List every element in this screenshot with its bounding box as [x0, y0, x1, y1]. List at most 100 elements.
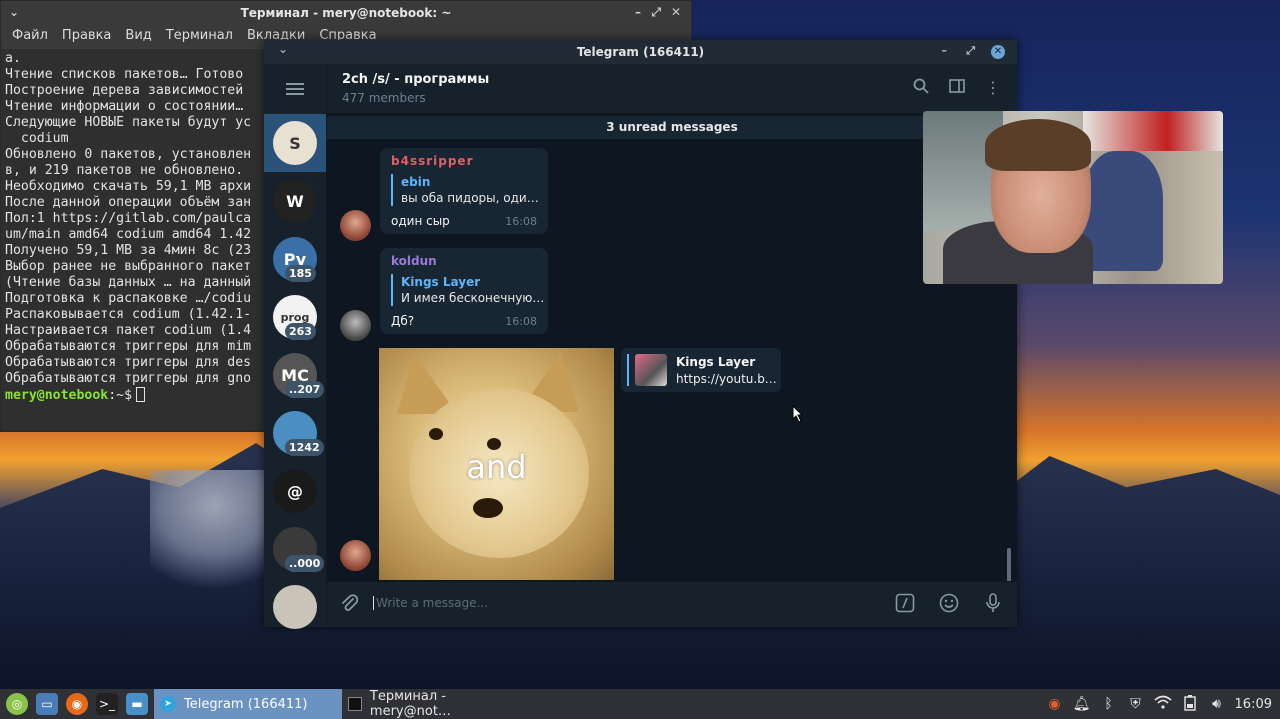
link-preview-card[interactable]: Kings Layer https://youtu.b… [621, 348, 781, 392]
message-bubble[interactable]: b4ssripper ebin вы оба пидоры, оди… один… [380, 148, 548, 234]
minimize-icon[interactable]: – [635, 5, 641, 19]
hamburger-icon [286, 83, 304, 95]
terminal-title: Терминал - mery@notebook: ~ [240, 6, 452, 20]
telegram-title: Telegram (166411) [576, 45, 705, 59]
link-url[interactable]: https://youtu.b… [676, 372, 777, 386]
reply-text: вы оба пидоры, оди… [401, 191, 539, 205]
task-terminal[interactable]: Терминал - mery@not… [342, 689, 530, 719]
close-icon[interactable]: ✕ [671, 5, 681, 19]
taskbar: ◎ ▭ ◉ >_ ▬ ➤ Telegram (166411) Терминал … [0, 689, 1280, 719]
text-cursor [136, 387, 146, 402]
battery-icon[interactable] [1181, 695, 1199, 713]
video-frame [1083, 151, 1163, 271]
start-menu-icon[interactable]: ◎ [6, 693, 28, 715]
sidebar-chat-item[interactable]: prog 263 [264, 288, 326, 346]
system-tray: ◉ 🔔︎ ᛒ ⛨ 🔊︎ 16:09 [1046, 689, 1280, 719]
unread-messages-banner: 3 unread messages [327, 116, 1017, 139]
attach-icon[interactable] [337, 593, 361, 617]
scrollbar[interactable] [1007, 548, 1011, 581]
telegram-window[interactable]: ⌄ Telegram (166411) – ⤢ ✕ S W Py 185 prog 263… [264, 40, 1017, 629]
menu-edit[interactable]: Правка [55, 25, 118, 47]
firefox-icon[interactable]: ◉ [66, 693, 88, 715]
close-icon[interactable]: ✕ [991, 45, 1005, 59]
chat-header[interactable]: 2ch /s/ - программы 477 members ⋮ [327, 64, 1017, 114]
reply-quote[interactable]: Kings Layer И имея бесконечную… [391, 274, 545, 306]
bot-commands-icon[interactable] [893, 593, 917, 617]
chat-avatar [273, 585, 317, 629]
sticker-caption: and [466, 448, 527, 486]
chat-list: S W Py 185 prog 263 MC ..207 1242 @ ..000 [264, 114, 326, 636]
message-author[interactable]: koldun [391, 254, 537, 268]
chat-avatar: W [273, 179, 317, 223]
avatar[interactable] [340, 540, 371, 571]
clock[interactable]: 16:09 [1235, 697, 1272, 712]
mouse-pointer-icon [792, 405, 804, 423]
sidebar-chat-item[interactable]: Py 185 [264, 230, 326, 288]
sidebar-toggle-icon[interactable] [947, 78, 967, 98]
reply-quote[interactable]: ebin вы оба пидоры, оди… [391, 174, 539, 206]
search-icon[interactable] [911, 78, 931, 98]
bluetooth-icon[interactable]: ᛒ [1100, 695, 1118, 713]
chat-avatar: S [273, 121, 317, 165]
shield-icon[interactable]: ⛨ [1127, 695, 1145, 713]
task-telegram-label: Telegram (166411) [184, 696, 308, 712]
message-time: 16:08 [505, 315, 537, 328]
unread-count-badge: 185 [285, 265, 316, 282]
video-pip-player[interactable] [923, 111, 1223, 284]
message-author[interactable]: b4ssripper [391, 154, 537, 168]
reply-text: И имея бесконечную… [401, 291, 545, 305]
wifi-icon[interactable] [1154, 695, 1172, 713]
chevron-down-icon[interactable]: ⌄ [9, 5, 19, 19]
sidebar-chat-item[interactable]: S [264, 114, 326, 172]
message-input[interactable]: Write a message... [373, 596, 488, 610]
file-manager-icon[interactable]: ▬ [126, 693, 148, 715]
terminal-launcher-icon[interactable]: >_ [96, 693, 118, 715]
avatar[interactable] [340, 310, 371, 341]
sidebar-chat-item[interactable]: 1242 [264, 404, 326, 462]
unread-count-badge: 1242 [285, 439, 324, 456]
menu-view[interactable]: Вид [118, 25, 158, 47]
show-desktop-icon[interactable]: ▭ [36, 693, 58, 715]
unread-count-badge: ..000 [285, 555, 325, 572]
menu-terminal[interactable]: Терминал [159, 25, 240, 47]
sidebar-chat-item[interactable]: ..000 [264, 520, 326, 578]
menu-file[interactable]: Файл [5, 25, 55, 47]
minimize-icon[interactable]: – [942, 44, 948, 57]
microphone-icon[interactable] [981, 593, 1005, 617]
sidebar-chat-item[interactable]: MC ..207 [264, 346, 326, 404]
chevron-down-icon[interactable]: ⌄ [278, 42, 288, 56]
sidebar-chat-item[interactable] [264, 578, 326, 636]
maximize-icon[interactable]: ⤢ [651, 5, 661, 20]
reply-author: Kings Layer [401, 275, 481, 289]
terminal-titlebar[interactable]: ⌄ Терминал - mery@notebook: ~ – ⤢ ✕ [1, 1, 691, 25]
sticker-detail [473, 498, 503, 518]
sidebar-chat-item[interactable]: W [264, 172, 326, 230]
message-text: один сыр [391, 214, 450, 228]
sticker-image[interactable]: and [379, 348, 614, 580]
main-menu-button[interactable] [264, 64, 326, 114]
telegram-titlebar[interactable]: ⌄ Telegram (166411) – ⤢ ✕ [264, 40, 1017, 64]
chat-list-sidebar: S W Py 185 prog 263 MC ..207 1242 @ ..000 [264, 64, 327, 629]
link-title: Kings Layer [676, 355, 756, 369]
notification-bell-icon[interactable]: 🔔︎ [1073, 695, 1091, 713]
volume-icon[interactable]: 🔊︎ [1208, 695, 1226, 713]
emoji-icon[interactable] [937, 593, 961, 617]
message-bubble[interactable]: koldun Kings Layer И имея бесконечную… Д… [380, 248, 548, 334]
link-thumbnail [635, 354, 667, 386]
update-manager-icon[interactable]: ◉ [1046, 695, 1064, 713]
task-telegram[interactable]: ➤ Telegram (166411) [154, 689, 342, 719]
sidebar-chat-item[interactable]: @ [264, 462, 326, 520]
telegram-icon: ➤ [160, 696, 176, 712]
chat-title[interactable]: 2ch /s/ - программы [342, 72, 489, 87]
prompt-user: mery@notebook [5, 388, 109, 403]
reply-author: ebin [401, 175, 431, 189]
maximize-icon[interactable]: ⤢ [966, 44, 975, 58]
task-terminal-label: Терминал - mery@not… [369, 689, 451, 719]
video-frame [1083, 111, 1223, 151]
chat-avatar: @ [273, 469, 317, 513]
terminal-icon [348, 697, 362, 711]
more-options-icon[interactable]: ⋮ [983, 78, 1003, 98]
message-area[interactable]: 3 unread messages b4ssripper ebin вы оба… [327, 114, 1017, 581]
avatar[interactable] [340, 210, 371, 241]
unread-count-badge: ..207 [285, 381, 325, 398]
